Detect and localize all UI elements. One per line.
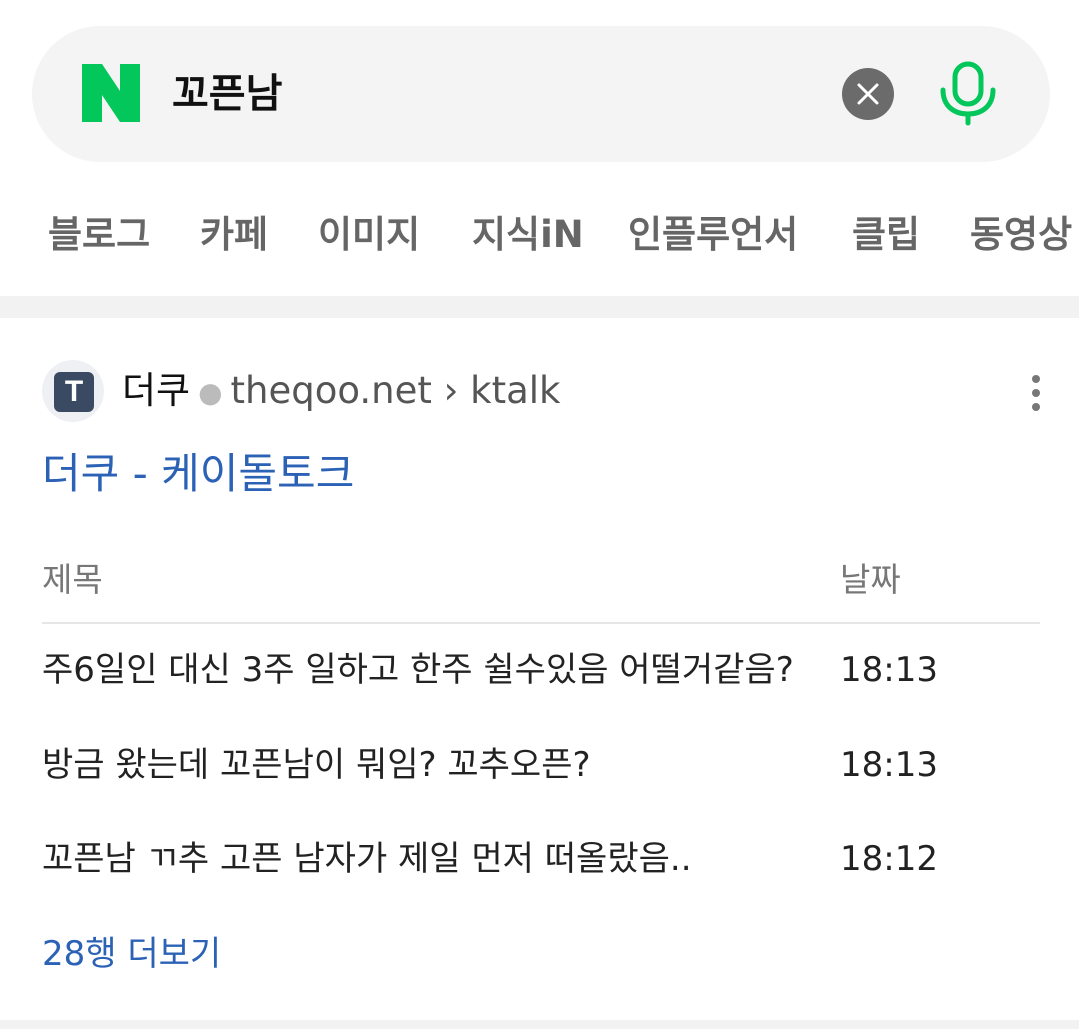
post-date: 18:13 xyxy=(840,745,938,785)
naver-logo-icon[interactable] xyxy=(82,64,140,122)
post-title-link[interactable]: 꼬픈남 ㄲ추 고픈 남자가 제일 먼저 떠올랐음.. xyxy=(42,829,692,889)
tab-influencer[interactable]: 인플루언서 xyxy=(628,205,798,265)
source-name: 더쿠 xyxy=(122,369,191,412)
more-options-icon[interactable] xyxy=(1022,372,1050,412)
show-more-rows-link[interactable]: 28행 더보기 xyxy=(42,926,221,982)
section-divider xyxy=(0,1020,1079,1029)
post-date: 18:12 xyxy=(840,839,938,879)
table-row[interactable]: 주6일인 대신 3주 일하고 한주 쉴수있음 어떨거같음? 18:13 xyxy=(42,640,1040,700)
separator-dot-icon: ● xyxy=(198,375,223,409)
search-results-page: 꼬픈남 블로그 카페 이미지 지식iN 인플루언서 클립 동영상 T 더쿠 ● th… xyxy=(0,0,1079,1029)
tab-kin[interactable]: 지식iN xyxy=(472,205,584,265)
post-title-link[interactable]: 주6일인 대신 3주 일하고 한주 쉴수있음 어떨거같음? xyxy=(42,640,794,700)
column-header-title: 제목 xyxy=(42,560,103,599)
search-input[interactable]: 꼬픈남 xyxy=(172,68,282,120)
result-title-link[interactable]: 더쿠 - 케이돌토크 xyxy=(42,446,354,502)
source-info[interactable]: 더쿠 ● theqoo.net › ktalk xyxy=(122,366,560,416)
search-bar[interactable]: 꼬픈남 xyxy=(32,26,1050,162)
tab-cafe[interactable]: 카페 xyxy=(200,205,268,265)
tab-video[interactable]: 동영상 xyxy=(970,205,1072,265)
clear-search-button[interactable] xyxy=(842,68,894,120)
source-favicon[interactable]: T xyxy=(42,360,104,422)
theqoo-logo-icon: T xyxy=(54,372,94,412)
microphone-icon[interactable] xyxy=(936,60,1000,126)
source-url: theqoo.net › ktalk xyxy=(230,369,561,412)
table-row[interactable]: 꼬픈남 ㄲ추 고픈 남자가 제일 먼저 떠올랐음.. 18:12 xyxy=(42,829,1040,889)
post-date: 18:13 xyxy=(840,650,938,690)
section-divider xyxy=(0,296,1079,318)
close-icon xyxy=(857,83,879,105)
post-title-link[interactable]: 방금 왔는데 꼬픈남이 뭐임? 꼬추오픈? xyxy=(42,735,591,795)
table-row[interactable]: 방금 왔는데 꼬픈남이 뭐임? 꼬추오픈? 18:13 xyxy=(42,735,1040,795)
table-header: 제목 날짜 xyxy=(42,548,1040,624)
column-header-date: 날짜 xyxy=(840,560,901,599)
search-category-tabs: 블로그 카페 이미지 지식iN 인플루언서 클립 동영상 xyxy=(0,205,1079,265)
tab-clip[interactable]: 클립 xyxy=(852,205,920,265)
tab-blog[interactable]: 블로그 xyxy=(48,205,150,265)
tab-image[interactable]: 이미지 xyxy=(318,205,420,265)
